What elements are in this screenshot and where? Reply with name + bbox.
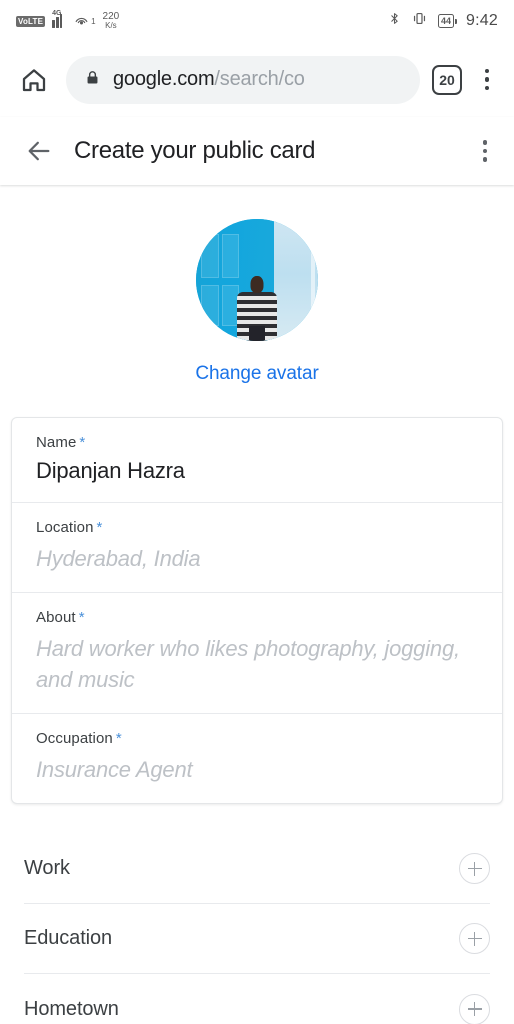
avatar[interactable] [196,219,318,341]
back-arrow-icon[interactable] [16,128,62,174]
required-marker: * [115,730,122,747]
status-bar-right: 44 9:42 [388,10,498,32]
battery-icon: 44 [438,14,458,28]
field-location-placeholder: Hyderabad, India [36,546,201,571]
plus-icon[interactable] [459,923,490,954]
hotspot-icon: 1 [73,13,96,30]
page-content: Change avatar Name * Dipanjan Hazra Locat… [0,185,514,1024]
section-label: Education [24,927,113,949]
lock-icon [84,68,101,92]
section-list: Work Education Hometown [0,834,514,1024]
section-row-education[interactable]: Education [24,904,490,974]
field-occupation-label: Occupation * [36,730,122,747]
url-domain: google.com [113,68,215,90]
network-generation-label: 4G [52,10,62,17]
network-speed-unit: K/s [105,21,117,30]
clock-label: 9:42 [466,12,498,29]
field-about[interactable]: About * Hard worker who likes photography… [12,593,502,714]
tab-counter-button[interactable]: 20 [432,64,462,95]
avatar-person-legs [249,326,265,341]
section-row-hometown[interactable]: Hometown [24,974,490,1024]
change-avatar-link[interactable]: Change avatar [195,363,318,385]
section-label: Hometown [24,997,119,1020]
plus-icon[interactable] [459,853,490,884]
page-header: Create your public card [0,117,514,185]
section-label: Work [24,857,70,879]
cellular-signal-icon: 4G [52,10,66,28]
field-occupation[interactable]: Occupation * Insurance Agent [12,714,502,803]
field-about-label: About * [36,609,85,626]
required-marker: * [79,434,86,451]
browser-overflow-menu-icon[interactable] [474,63,500,97]
battery-percent-label: 44 [438,14,455,28]
field-name-label: Name * [36,434,86,451]
network-speed-indicator: 220 K/s [102,11,120,31]
field-occupation-placeholder: Insurance Agent [36,757,193,782]
field-location-label: Location * [36,519,103,536]
page-title: Create your public card [74,137,316,164]
phone-screen: VoLTE 4G 1 220 K/s 44 9:42 google.com/se… [0,0,514,1024]
avatar-section: Change avatar [0,219,514,385]
field-about-placeholder: Hard worker who likes photography, joggi… [36,636,460,692]
required-marker: * [78,609,85,626]
url-text: google.com/search/co [113,68,305,91]
url-path: /search/co [214,68,305,90]
field-location[interactable]: Location * Hyderabad, India [12,503,502,593]
field-name[interactable]: Name * Dipanjan Hazra [12,418,502,503]
status-bar: VoLTE 4G 1 220 K/s 44 9:42 [0,0,514,42]
status-bar-left: VoLTE 4G 1 220 K/s [16,10,120,31]
avatar-person-head [250,276,264,294]
home-icon[interactable] [14,60,54,100]
required-marker: * [96,519,103,536]
avatar-right-background [274,219,318,341]
sim-slot-label: 1 [91,16,96,26]
volte-icon: VoLTE [16,15,46,27]
page-overflow-menu-icon[interactable] [472,134,498,168]
field-name-value: Dipanjan Hazra [36,458,185,483]
browser-toolbar: google.com/search/co 20 [0,42,514,117]
profile-form-card: Name * Dipanjan Hazra Location * Hyderabad… [11,417,503,804]
network-speed-value: 220 [102,11,120,22]
section-row-work[interactable]: Work [24,834,490,904]
plus-icon[interactable] [459,993,490,1024]
address-bar[interactable]: google.com/search/co [66,55,420,104]
vibrate-icon [410,10,429,32]
bluetooth-icon [388,10,401,32]
